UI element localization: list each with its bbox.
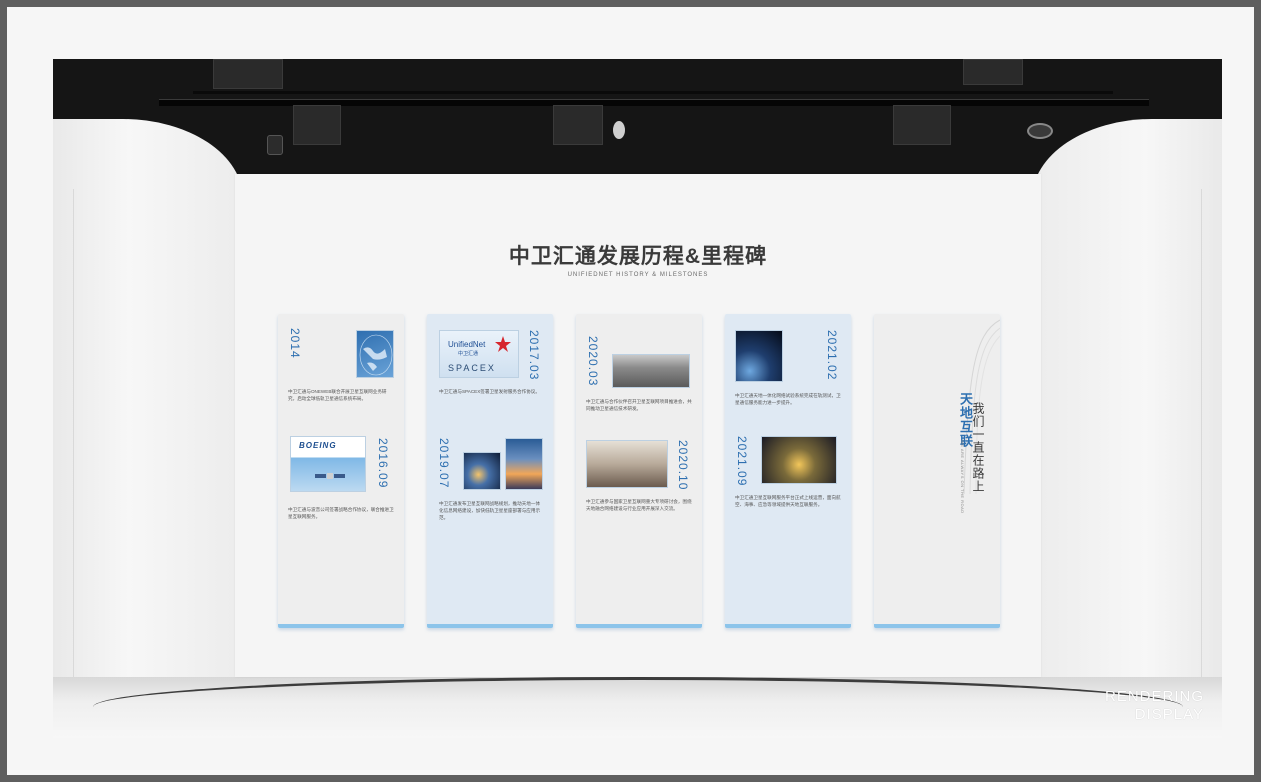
ceiling-duct (553, 105, 603, 145)
slogan-panel: 天地互联 我们一直在路上 WE ARE ALWAYS ON THE ROAD (874, 314, 1000, 628)
image-frame: 中卫汇通发展历程&里程碑 UNIFIEDNET HISTORY & MILEST… (0, 0, 1261, 782)
spacex-logo: SPACEX (448, 363, 496, 373)
badge-line-1: RENDERING (1104, 688, 1204, 705)
ceiling-duct (213, 59, 283, 89)
unifiednet-cn-logo: 中卫汇通 (458, 351, 479, 357)
spotlight-icon (613, 121, 625, 139)
milestone-year: 2020.10 (676, 440, 690, 491)
ceiling-duct (893, 105, 951, 145)
wall-subtitle: UNIFIEDNET HISTORY & MILESTONES (567, 272, 709, 278)
milestone-display-wall: 中卫汇通发展历程&里程碑 UNIFIEDNET HISTORY & MILEST… (235, 174, 1041, 677)
satellite-icon (315, 473, 345, 479)
milestone-year: 2020.03 (586, 336, 600, 387)
milestone-text: 中卫汇通发布卫星互联网战略规划，推动天地一体化信息网络建设，加快低轨卫星星座部署… (439, 501, 541, 520)
earth-night-lights-image (761, 436, 837, 484)
badge-line-2: DISPLAY (1134, 706, 1204, 723)
world-map-image (356, 330, 394, 378)
milestone-year: 2019.07 (437, 438, 451, 489)
milestone-year: 2021.02 (825, 330, 839, 381)
slogan-small-text: WE ARE ALWAYS ON THE ROAD (960, 440, 965, 514)
milestone-panel-3: 2020.03 中卫汇通与合作伙伴召开卫星互联网项目推进会，共同推动卫星通信技术… (576, 314, 702, 628)
rendering-display-badge: RENDERING DISPLAY (1105, 688, 1204, 724)
milestone-text: 中卫汇通天地一体化网络试验系统完成在轨测试，卫星通信服务能力进一步提升。 (735, 393, 841, 405)
milestone-panel-4: 2021.02 中卫汇通天地一体化网络试验系统完成在轨测试，卫星通信服务能力进一… (725, 314, 851, 628)
milestone-year: 2014 (288, 328, 302, 359)
globe-icon (359, 334, 393, 376)
milestone-text: 中卫汇通卫星互联网服务平台正式上线运营，面向航空、海事、应急等领域提供天地互联服… (735, 495, 841, 507)
ceiling-duct (963, 59, 1023, 85)
boeing-satellite-image: BOEING (290, 436, 366, 492)
exhibition-room-rendering: 中卫汇通发展历程&里程碑 UNIFIEDNET HISTORY & MILEST… (53, 59, 1222, 738)
milestone-text: 中卫汇通与ONEWEB联合开展卫星互联网业务研究，启动全球低轨卫星通信系统布局。 (288, 389, 387, 401)
milestone-panel-2: UnifiedNet 中卫汇通 SPACEX 2017.03 中卫汇通与SPAC… (427, 314, 553, 628)
earth-sunrise-image (463, 452, 501, 490)
unifiednet-spacex-logos: UnifiedNet 中卫汇通 SPACEX (439, 330, 519, 378)
slogan-right: 我们一直在路上 (971, 402, 985, 493)
star-logo-icon (495, 336, 511, 352)
projector-icon (1027, 123, 1053, 139)
milestone-year: 2021.09 (735, 436, 749, 487)
milestone-panel-1: 2014 中卫汇通与ONEWEB联合开展卫星互联网业务研究，启动全球低轨卫星通信… (278, 314, 404, 628)
milestone-year: 2016.09 (376, 438, 390, 489)
conference-photo (586, 440, 668, 488)
milestone-text: 中卫汇通参与国家卫星互联网重大专项研讨会，围绕天地融合网络建设与行业应用开展深入… (586, 499, 692, 511)
wall-title: 中卫汇通发展历程&里程碑 (508, 245, 768, 268)
unifiednet-logo: UnifiedNet (448, 340, 486, 349)
milestone-text: 中卫汇通与合作伙伴召开卫星互联网项目推进会，共同推动卫星通信技术研发。 (586, 399, 692, 411)
satellite-orbit-image (735, 330, 783, 382)
meeting-photo (612, 354, 690, 388)
city-night-image (505, 438, 543, 490)
spotlight-icon (267, 135, 283, 155)
boeing-logo: BOEING (299, 441, 337, 450)
left-side-wall (53, 119, 243, 738)
ceiling-duct (293, 105, 341, 145)
right-side-wall (1032, 119, 1222, 738)
milestone-text: 中卫汇通与SPACEX签署卫星发射服务合作协议。 (439, 389, 540, 394)
milestone-year: 2017.03 (527, 330, 541, 381)
milestone-text: 中卫汇通与波音公司签署战略合作协议，联合推进卫星互联网服务。 (288, 507, 394, 519)
